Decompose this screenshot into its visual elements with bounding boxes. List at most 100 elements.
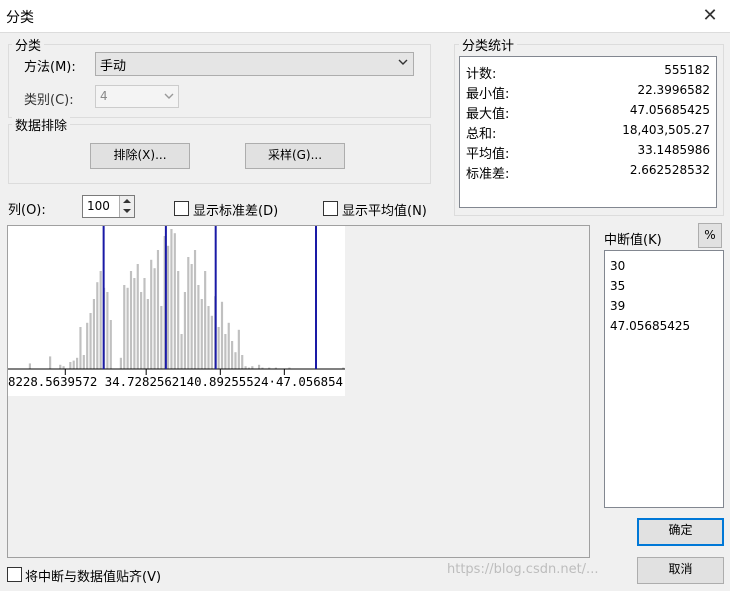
histogram-bar [220, 301, 224, 369]
histogram-bar [210, 315, 213, 369]
histogram-bar [150, 259, 153, 369]
window-title: 分类 [6, 10, 34, 26]
classes-value: 4 [100, 89, 108, 103]
stats-row-label: 平均值: [466, 147, 510, 162]
histogram-bar [204, 271, 207, 369]
method-label: 方法(M): [24, 60, 76, 75]
histogram-bar [140, 292, 143, 369]
histogram-bar [190, 264, 193, 369]
histogram-chart[interactable]: 8228.5639572 34.7282562140.89255524·47.0… [8, 226, 345, 396]
histogram-bar [241, 355, 244, 369]
histogram-bar [136, 264, 139, 369]
stats-row: 最大值: 47.05685425 [466, 101, 710, 122]
histogram-bar [49, 356, 52, 369]
histogram-bar [92, 299, 96, 369]
chevron-down-icon [164, 93, 174, 99]
break-value-item[interactable]: 35 [610, 276, 690, 296]
stats-row: 总和: 18,403,505.27 [466, 121, 710, 142]
histogram-bar [109, 320, 112, 369]
histogram-bar [183, 292, 187, 369]
histogram-bar [227, 322, 230, 369]
histogram-bar [193, 250, 197, 369]
stats-row: 计数: 555182 [466, 61, 710, 82]
show-std-label[interactable]: 显示标准差(D) [193, 200, 278, 219]
classes-label: 类别(C): [24, 93, 74, 108]
histogram-axis-labels: 8228.5639572 34.7282562140.89255524·47.0… [8, 375, 343, 389]
histogram-bar [129, 271, 133, 369]
stats-row-label: 标准差: [466, 167, 510, 182]
columns-value[interactable]: 100 [87, 199, 110, 213]
breaks-list[interactable]: 30 35 39 47.05685425 [604, 250, 724, 508]
histogram-bar [224, 334, 227, 369]
stats-list: 计数: 555182 最小值: 22.3996582 最大值: 47.05685425 总和… [459, 56, 717, 208]
histogram-bar [166, 245, 170, 369]
histogram-bar [160, 306, 163, 369]
close-icon[interactable]: ✕ [698, 4, 722, 28]
break-value-item[interactable]: 47.05685425 [610, 316, 690, 336]
histogram-bar [257, 364, 261, 369]
snap-label[interactable]: 将中断与数据值贴齐(V) [25, 566, 161, 585]
stats-row-value: 47.05685425 [629, 103, 710, 117]
histogram-bar [173, 233, 176, 369]
histogram-bar [123, 285, 126, 369]
sampling-button[interactable]: 采样(G)... [245, 143, 345, 169]
title-bar: 分类 ✕ [0, 0, 730, 33]
histogram-bar [156, 250, 160, 369]
stats-row-label: 最大值: [466, 107, 510, 122]
method-value: 手动 [100, 59, 127, 74]
exclude-button[interactable]: 排除(X)... [90, 143, 190, 169]
show-mean-label[interactable]: 显示平均值(N) [342, 200, 427, 219]
histogram-bar [72, 360, 75, 369]
histogram-bar [119, 357, 122, 369]
histogram-bar [86, 322, 89, 369]
cancel-button[interactable]: 取消 [637, 557, 724, 584]
stats-row-value: 22.3996582 [637, 83, 710, 97]
histogram-bar [143, 278, 146, 369]
snap-checkbox[interactable] [7, 567, 22, 582]
histogram-bar [197, 285, 200, 369]
histogram-bar [96, 282, 99, 369]
spin-up-icon[interactable] [120, 196, 134, 206]
columns-spinner[interactable]: 100 [82, 195, 135, 218]
spinner-arrows[interactable] [119, 196, 134, 217]
histogram-bar [106, 292, 109, 369]
histogram-bar [217, 327, 220, 369]
stats-row-label: 总和: [466, 127, 497, 142]
histogram-bar [146, 299, 149, 369]
histogram-bar [82, 355, 85, 369]
method-dropdown[interactable]: 手动 [95, 52, 414, 76]
break-value-item[interactable]: 39 [610, 296, 690, 316]
break-value-item[interactable]: 30 [610, 256, 690, 276]
show-mean-checkbox[interactable] [323, 201, 338, 216]
watermark-text: https://blog.csdn.net/... [447, 562, 599, 577]
histogram-bar [89, 313, 92, 369]
histogram-bar [69, 362, 72, 369]
histogram-bar [79, 327, 82, 369]
breaks-label: 中断值(K) [604, 233, 662, 248]
histogram-bar [76, 357, 79, 369]
histogram-bar [126, 287, 129, 369]
histogram-panel[interactable]: 8228.5639572 34.7282562140.89255524·47.0… [7, 225, 590, 558]
data-exclusion-group-title: 数据排除 [12, 115, 71, 134]
histogram-bar [207, 306, 210, 369]
histogram-bar [170, 229, 173, 369]
stats-row-value: 555182 [664, 63, 710, 77]
histogram-bar [231, 341, 234, 369]
show-std-checkbox[interactable] [174, 201, 189, 216]
histogram-bar [28, 363, 31, 369]
columns-label: 列(O): [8, 203, 46, 218]
percent-button[interactable]: % [698, 223, 722, 248]
chevron-down-icon [398, 59, 408, 65]
ok-button[interactable]: 确定 [637, 518, 724, 546]
stats-row-label: 最小值: [466, 87, 510, 102]
histogram-bar [99, 271, 102, 369]
stats-row-value: 33.1485986 [637, 143, 710, 157]
stats-row-label: 计数: [466, 67, 497, 82]
spin-down-icon[interactable] [120, 206, 134, 216]
stats-row: 平均值: 33.1485986 [466, 141, 710, 162]
stats-row: 最小值: 22.3996582 [466, 81, 710, 102]
histogram-bar [133, 278, 136, 369]
classes-dropdown[interactable]: 4 [95, 85, 179, 108]
histogram-plot-background [8, 226, 345, 396]
histogram-bar [177, 271, 180, 369]
